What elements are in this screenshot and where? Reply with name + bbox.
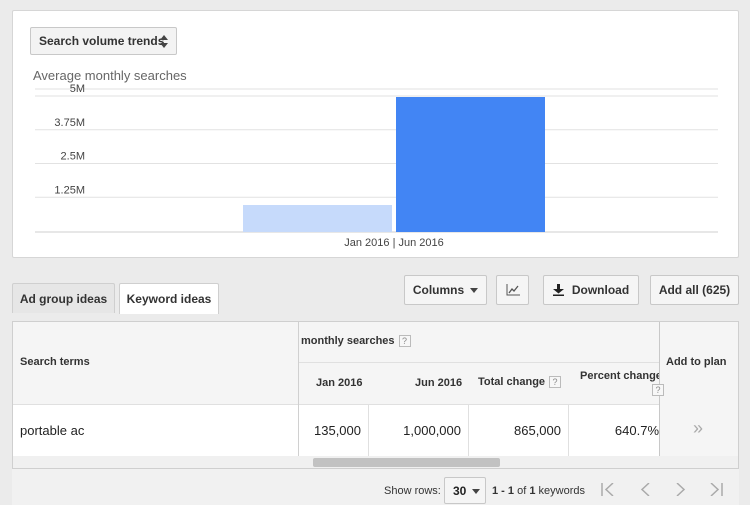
range-count: 1	[529, 485, 536, 497]
horizontal-scrollbar[interactable]	[13, 456, 738, 468]
bar-jan-2016	[243, 205, 392, 232]
chart-toggle-button[interactable]	[496, 275, 529, 305]
rows-per-page-select[interactable]: 30	[444, 477, 486, 504]
help-icon[interactable]: ?	[652, 384, 664, 396]
y-tick-label: 3.75M	[54, 117, 85, 129]
line-chart-icon	[506, 284, 520, 296]
column-divider	[368, 404, 369, 456]
y-tick-label: 2.5M	[61, 151, 85, 163]
previous-page-icon[interactable]	[640, 483, 650, 496]
chevron-down-icon	[472, 489, 480, 494]
header-label: Total change	[478, 376, 546, 388]
group-label: monthly searches	[301, 335, 395, 347]
add-all-label: Add all (625)	[658, 283, 731, 297]
col-header-total-change[interactable]: Total change?	[478, 376, 562, 389]
tab-keyword-ideas[interactable]: Keyword ideas	[119, 283, 219, 314]
help-icon[interactable]: ?	[549, 376, 562, 389]
download-label: Download	[571, 283, 630, 297]
updown-arrows-icon	[160, 35, 168, 48]
y-tick-label: 5M	[70, 83, 85, 95]
col-group-monthly-searches: monthly searches?	[301, 335, 411, 348]
next-page-icon[interactable]	[676, 483, 686, 496]
column-divider	[468, 404, 469, 456]
chart-title: Average monthly searches	[33, 68, 187, 83]
bar-jun-2016	[396, 97, 545, 232]
col-header-search-terms[interactable]: Search terms	[20, 356, 90, 368]
rows-value: 30	[453, 483, 467, 498]
first-page-icon[interactable]	[600, 483, 616, 496]
search-volume-chart-card: 5M 3.75M 2.5M 1.25M Jan 2016 | Jun 2016 Sear…	[12, 10, 739, 258]
col-header-jun-2016[interactable]: Jun 2016	[415, 377, 462, 389]
search-volume-trends-select[interactable]: Search volume trends	[30, 27, 177, 55]
last-page-icon[interactable]	[708, 483, 724, 496]
tab-label: Ad group ideas	[19, 291, 108, 306]
cell-percent-change: 640.7%	[614, 423, 659, 438]
columns-button[interactable]: Columns	[404, 275, 487, 305]
download-icon	[552, 284, 564, 296]
tab-label: Keyword ideas	[126, 292, 212, 306]
y-tick-label: 1.25M	[54, 184, 85, 196]
add-all-button[interactable]: Add all (625)	[650, 275, 739, 305]
cell-search-term: portable ac	[20, 423, 85, 438]
range-suffix: keywords	[538, 485, 585, 497]
header-divider	[13, 404, 738, 405]
tab-ad-group-ideas[interactable]: Ad group ideas	[12, 283, 115, 313]
col-header-jan-2016[interactable]: Jan 2016	[316, 377, 362, 389]
cell-total-change: 865,000	[514, 423, 561, 438]
download-button[interactable]: Download	[543, 275, 639, 305]
group-divider	[298, 362, 659, 363]
scrollbar-thumb[interactable]	[313, 458, 500, 467]
keyword-table: Search terms monthly searches? Jan 2016 …	[12, 321, 739, 469]
table-footer: Show rows: 30 1 - 1 of 1 keywords	[12, 469, 739, 505]
column-divider	[298, 322, 299, 456]
show-rows-label: Show rows:	[384, 485, 441, 497]
columns-label: Columns	[412, 283, 465, 297]
header-label: Percent change	[580, 370, 659, 382]
pagination-range: 1 - 1 of 1 keywords	[492, 485, 585, 497]
cell-jun-2016: 1,000,000	[403, 423, 461, 438]
add-to-plan-arrow-icon[interactable]: »	[693, 418, 703, 439]
col-header-add-to-plan: Add to plan	[666, 356, 727, 368]
help-icon[interactable]: ?	[398, 335, 411, 348]
range-start-end: 1 - 1	[492, 485, 515, 497]
cell-jan-2016: 135,000	[314, 423, 361, 438]
trend-select-label: Search volume trends	[39, 34, 165, 48]
column-divider	[568, 404, 569, 456]
chevron-down-icon	[470, 287, 479, 293]
range-of: of	[517, 485, 527, 497]
x-tick-label: Jan 2016 | Jun 2016	[344, 237, 444, 249]
col-header-percent-change[interactable]: Percent change	[580, 370, 659, 382]
